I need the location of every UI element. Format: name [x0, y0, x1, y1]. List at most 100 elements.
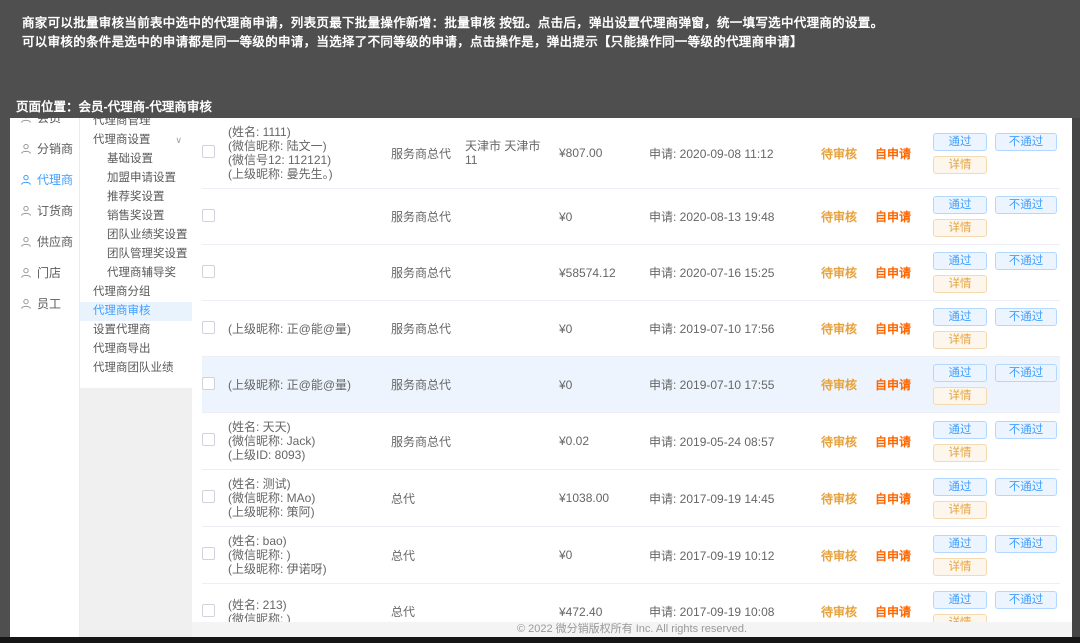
reject-button[interactable]: 不通过 — [995, 535, 1057, 553]
applicant-info: (上级昵称: 正@能@量) — [228, 322, 391, 336]
apply-time: 申请: 2017-09-19 14:45 — [649, 490, 821, 507]
approve-button[interactable]: 通过 — [933, 252, 987, 270]
agent-application-table: (姓名: 1111)(微信昵称: 陆文一)(微信号12: 112121)(上级昵… — [202, 118, 1060, 640]
agent-review-page: 商家可以批量审核当前表中选中的代理商申请，列表页最下批量操作新增：批量审核 按钮… — [0, 0, 1080, 643]
submenu-item-label: 推荐奖设置 — [107, 191, 165, 203]
row-actions: 通过 不通过 详情 — [933, 421, 1060, 462]
submenu-item[interactable]: 代理商设置 ∨ — [80, 131, 192, 150]
reject-button[interactable]: 不通过 — [995, 364, 1057, 382]
amount: ¥807.00 — [559, 146, 649, 160]
apply-time: 申请: 2020-08-13 19:48 — [649, 208, 821, 225]
apply-type-badge: 自申请 — [875, 603, 933, 620]
submenu-item[interactable]: 代理商审核 ∨ — [80, 302, 192, 321]
approve-button[interactable]: 通过 — [933, 308, 987, 326]
row-checkbox[interactable] — [202, 604, 215, 617]
row-checkbox[interactable] — [202, 547, 215, 560]
row-checkbox[interactable] — [202, 209, 215, 222]
submenu-item-label: 代理商设置 — [93, 134, 151, 146]
submenu-item[interactable]: 设置代理商 ∨ — [80, 321, 192, 340]
status-badge: 待审核 — [821, 208, 875, 225]
approve-button[interactable]: 通过 — [933, 133, 987, 151]
approve-button[interactable]: 通过 — [933, 364, 987, 382]
chevron-down-icon: ∨ — [175, 131, 182, 150]
approve-button[interactable]: 通过 — [933, 421, 987, 439]
reject-button[interactable]: 不通过 — [995, 196, 1057, 214]
table-row: (姓名: 测试)(微信昵称: MAo)(上级昵称: 策阿) 总代 ¥1038.0… — [202, 470, 1060, 527]
status-badge: 待审核 — [821, 433, 875, 450]
approve-button[interactable]: 通过 — [933, 535, 987, 553]
agent-level: 总代 — [391, 490, 465, 507]
sidebar-item[interactable]: 门店 — [10, 257, 79, 288]
main-content: (姓名: 1111)(微信昵称: 陆文一)(微信号12: 112121)(上级昵… — [192, 118, 1072, 637]
row-checkbox-cell — [202, 377, 228, 393]
sidebar-item[interactable]: 订货商 — [10, 195, 79, 226]
reject-button[interactable]: 不通过 — [995, 308, 1057, 326]
agent-level: 服务商总代 — [391, 376, 465, 393]
row-checkbox[interactable] — [202, 321, 215, 334]
submenu-item[interactable]: 团队业绩奖设置 ∨ — [80, 226, 192, 245]
approve-button[interactable]: 通过 — [933, 196, 987, 214]
agent-level: 服务商总代 — [391, 145, 465, 162]
approve-button[interactable]: 通过 — [933, 478, 987, 496]
row-checkbox-cell — [202, 209, 228, 225]
table-row: 服务商总代 ¥58574.12 申请: 2020-07-16 15:25 待审核… — [202, 245, 1060, 301]
submenu-item[interactable]: 销售奖设置 ∨ — [80, 207, 192, 226]
detail-button[interactable]: 详情 — [933, 558, 987, 576]
reject-button[interactable]: 不通过 — [995, 133, 1057, 151]
detail-button[interactable]: 详情 — [933, 275, 987, 293]
apply-time: 申请: 2020-09-08 11:12 — [649, 145, 821, 162]
table-row: (姓名: bao)(微信昵称: )(上级昵称: 伊诺呀) 总代 ¥0 申请: 2… — [202, 527, 1060, 584]
submenu-item[interactable]: 基础设置 ∨ — [80, 150, 192, 169]
row-checkbox[interactable] — [202, 265, 215, 278]
sidebar-item[interactable]: 员工 — [10, 288, 79, 319]
row-checkbox[interactable] — [202, 145, 215, 158]
submenu-item[interactable]: 代理商团队业绩 ∨ — [80, 359, 192, 378]
detail-button[interactable]: 详情 — [933, 501, 987, 519]
apply-type-badge: 自申请 — [875, 145, 933, 162]
row-actions: 通过 不通过 详情 — [933, 308, 1060, 349]
detail-button[interactable]: 详情 — [933, 444, 987, 462]
detail-button[interactable]: 详情 — [933, 387, 987, 405]
status-badge: 待审核 — [821, 320, 875, 337]
amount: ¥472.40 — [559, 605, 649, 619]
apply-type-badge: 自申请 — [875, 547, 933, 564]
submenu-item[interactable]: 代理商辅导奖 ∨ — [80, 264, 192, 283]
status-badge: 待审核 — [821, 376, 875, 393]
submenu-item[interactable]: 团队管理奖设置 ∨ — [80, 245, 192, 264]
submenu-item[interactable]: 加盟申请设置 ∨ — [80, 169, 192, 188]
detail-button[interactable]: 详情 — [933, 156, 987, 174]
status-badge: 待审核 — [821, 490, 875, 507]
status-badge: 待审核 — [821, 264, 875, 281]
primary-sidebar: 会员 分销商 代理商 — [10, 118, 80, 637]
reject-button[interactable]: 不通过 — [995, 591, 1057, 609]
row-checkbox[interactable] — [202, 433, 215, 446]
submenu-item[interactable]: 代理商分组 ∨ — [80, 283, 192, 302]
secondary-sidebar: 代理商管理 ∨ 代理商设置 ∨ 基础设置 ∨ 加盟申请设置 ∨ 推荐奖设置 ∨ — [80, 118, 192, 637]
approve-button[interactable]: 通过 — [933, 591, 987, 609]
secondary-sidebar-panel: 代理商管理 ∨ 代理商设置 ∨ 基础设置 ∨ 加盟申请设置 ∨ 推荐奖设置 ∨ — [80, 118, 192, 388]
reject-button[interactable]: 不通过 — [995, 421, 1057, 439]
reject-button[interactable]: 不通过 — [995, 478, 1057, 496]
submenu-item[interactable]: 推荐奖设置 ∨ — [80, 188, 192, 207]
sidebar-item[interactable]: 代理商 — [10, 164, 79, 195]
reject-button[interactable]: 不通过 — [995, 252, 1057, 270]
applicant-info: (上级昵称: 正@能@量) — [228, 378, 391, 392]
sidebar-item-label: 供应商 — [37, 233, 73, 250]
sidebar-item[interactable]: 供应商 — [10, 226, 79, 257]
sidebar-item[interactable]: 分销商 — [10, 133, 79, 164]
submenu-item-label: 代理商辅导奖 — [107, 267, 176, 279]
detail-button[interactable]: 详情 — [933, 219, 987, 237]
row-checkbox[interactable] — [202, 490, 215, 503]
page-body: 会员 分销商 代理商 — [10, 118, 1072, 637]
table-row: (上级昵称: 正@能@量) 服务商总代 ¥0 申请: 2019-07-10 17… — [202, 301, 1060, 357]
submenu-item-label: 加盟申请设置 — [107, 172, 176, 184]
detail-button[interactable]: 详情 — [933, 331, 987, 349]
store-icon — [20, 267, 32, 279]
submenu-item[interactable]: 代理商导出 ∨ — [80, 340, 192, 359]
agent-icon — [20, 174, 32, 186]
submenu-item-label: 代理商导出 — [93, 343, 151, 355]
row-checkbox[interactable] — [202, 377, 215, 390]
apply-type-badge: 自申请 — [875, 490, 933, 507]
applicant-region: 天津市 天津市11 — [465, 139, 559, 167]
distributor-icon — [20, 143, 32, 155]
